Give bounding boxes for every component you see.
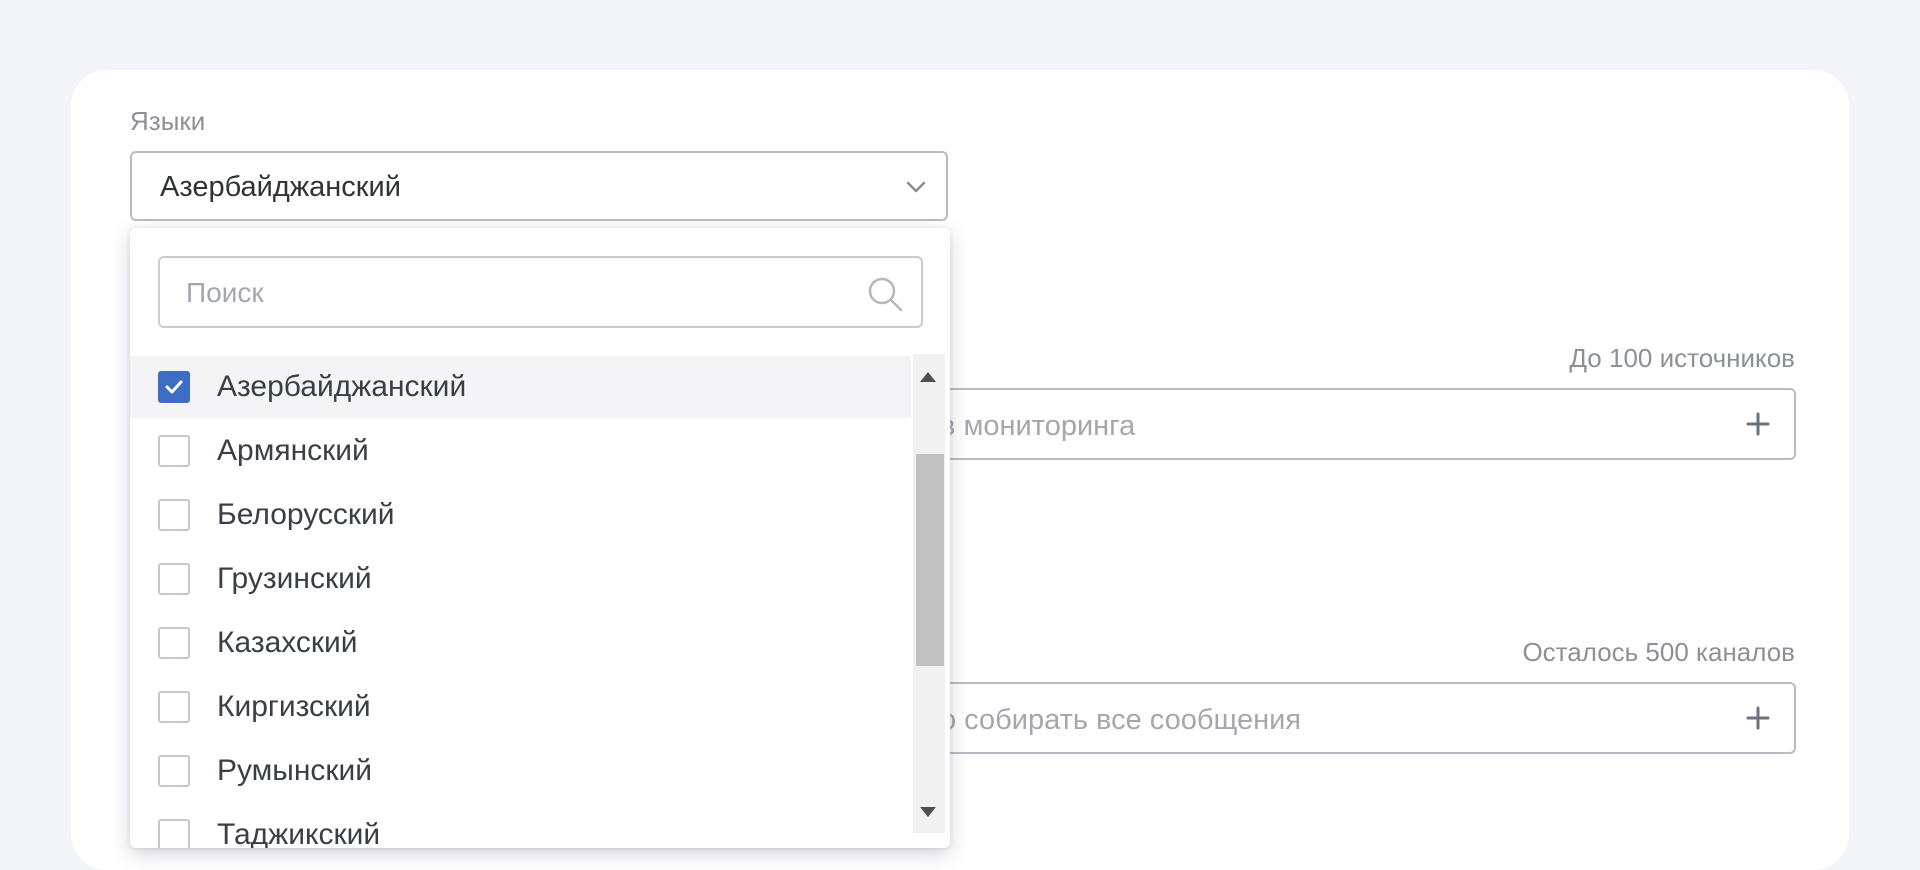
list-item[interactable]: Белорусский [130, 484, 911, 546]
list-item[interactable]: Казахский [130, 612, 911, 674]
list-item-label: Румынский [217, 754, 373, 787]
checkbox[interactable] [158, 755, 190, 787]
check-icon [165, 380, 183, 394]
checkbox[interactable] [158, 435, 190, 467]
plus-icon[interactable] [1744, 410, 1772, 438]
list-item-label: Таджикский [217, 818, 381, 848]
search-input[interactable] [186, 276, 836, 310]
dropdown-search[interactable] [158, 256, 923, 328]
scroll-down-arrow-icon[interactable] [920, 807, 936, 817]
list-item-label: Казахский [217, 626, 358, 659]
sources-limit-hint: До 100 источников [1569, 343, 1795, 373]
plus-icon[interactable] [1744, 704, 1772, 732]
list-item[interactable]: Азербайджанский [130, 356, 911, 418]
list-item-label: Киргизский [217, 690, 371, 723]
languages-select[interactable]: Азербайджанский [130, 151, 948, 221]
channels-input[interactable]: о собирать все сообщения [930, 682, 1796, 754]
chevron-down-icon [906, 181, 926, 193]
list-item-label: Армянский [217, 434, 369, 467]
checkbox[interactable] [158, 691, 190, 723]
dropdown-scrollbar[interactable] [913, 354, 945, 833]
list-item[interactable]: Армянский [130, 420, 911, 482]
languages-select-value: Азербайджанский [160, 171, 401, 203]
list-item-label: Грузинский [217, 562, 372, 595]
list-item-label: Белорусский [217, 498, 395, 531]
search-icon [868, 277, 903, 312]
languages-dropdown: Азербайджанский Армянский Белорусский Гр… [130, 228, 950, 848]
checkbox[interactable] [158, 627, 190, 659]
checkbox[interactable] [158, 563, 190, 595]
sources-input[interactable]: в мониторинга [930, 388, 1796, 460]
list-item[interactable]: Румынский [130, 740, 911, 802]
language-option-list: Азербайджанский Армянский Белорусский Гр… [130, 356, 911, 848]
list-item[interactable]: Грузинский [130, 548, 911, 610]
list-item[interactable]: Киргизский [130, 676, 911, 738]
list-item[interactable]: Таджикский [130, 804, 911, 848]
checkbox[interactable] [158, 499, 190, 531]
channels-limit-hint: Осталось 500 каналов [1522, 637, 1795, 667]
checkbox[interactable] [158, 819, 190, 848]
sources-input-placeholder: в мониторинга [940, 410, 1136, 442]
scroll-thumb[interactable] [916, 454, 944, 666]
checkbox[interactable] [158, 371, 190, 403]
scroll-up-arrow-icon[interactable] [920, 372, 936, 382]
languages-label: Языки [130, 106, 206, 136]
list-item-label: Азербайджанский [217, 370, 467, 403]
channels-input-placeholder: о собирать все сообщения [940, 704, 1302, 736]
